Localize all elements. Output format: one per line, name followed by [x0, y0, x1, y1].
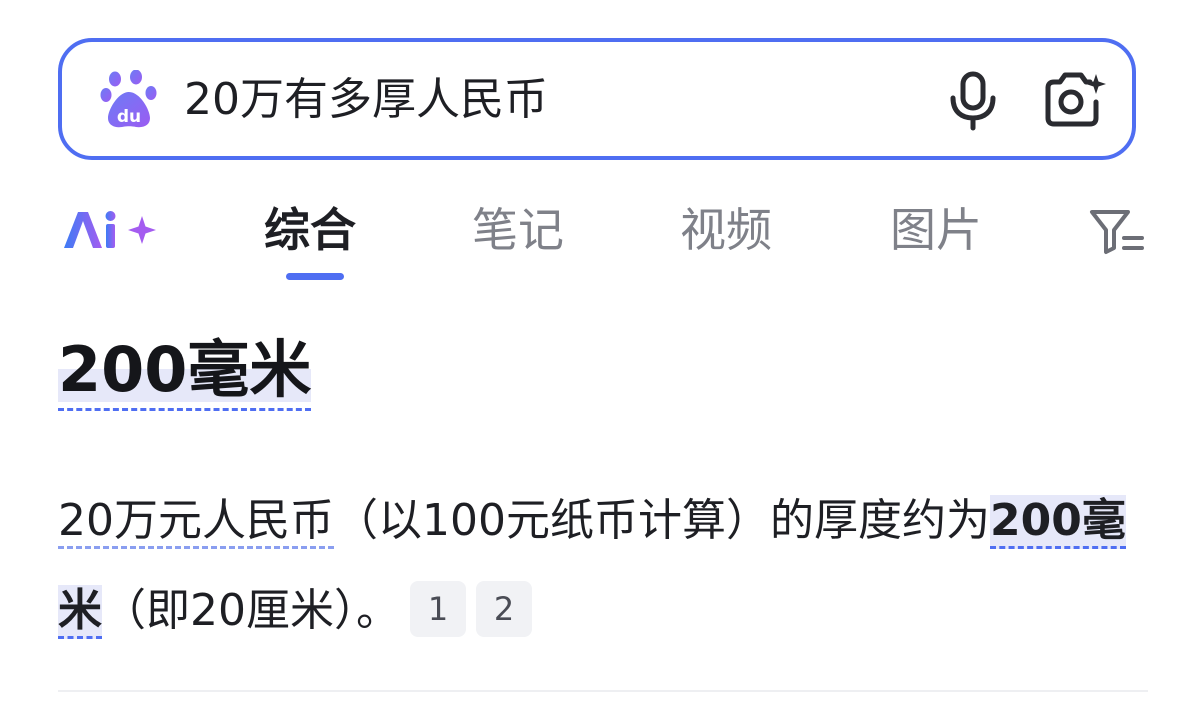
ai-sparkle-icon[interactable]	[62, 206, 162, 254]
answer-term-link[interactable]: 20万元人民币	[58, 495, 334, 549]
tab-images[interactable]: 图片	[890, 198, 982, 262]
search-input[interactable]: 20万有多厚人民币	[184, 72, 548, 128]
tab-videos[interactable]: 视频	[680, 198, 772, 262]
answer-body: 20万元人民币（以100元纸币计算）的厚度约为200毫米（即20厘米）。 1 2	[58, 476, 1148, 656]
reference-badge-1[interactable]: 1	[410, 581, 466, 637]
tab-bar: 综合 笔记 视频 图片	[0, 190, 1200, 290]
tab-notes[interactable]: 笔记	[472, 198, 564, 262]
filter-icon[interactable]	[1088, 206, 1144, 256]
active-tab-indicator	[286, 273, 344, 280]
microphone-icon[interactable]	[942, 68, 1004, 132]
reference-badge-2[interactable]: 2	[476, 581, 532, 637]
answer-text-end: （即20厘米）。	[102, 585, 400, 636]
answer-text: （以100元纸币计算）的厚度约为	[334, 495, 990, 546]
answer-title[interactable]: 200毫米	[58, 330, 312, 411]
divider	[58, 690, 1148, 692]
baidu-logo-icon[interactable]: du	[100, 70, 158, 130]
search-results-page: du 20万有多厚人民币 综合 笔记 视频 图片 200毫米 20万元人民币（以…	[0, 0, 1200, 703]
tab-all[interactable]: 综合	[264, 198, 356, 262]
answer-title-text[interactable]: 200毫米	[58, 333, 312, 411]
search-bar[interactable]: du 20万有多厚人民币	[58, 38, 1136, 160]
camera-search-icon[interactable]	[1040, 68, 1108, 132]
svg-text:du: du	[117, 107, 141, 127]
